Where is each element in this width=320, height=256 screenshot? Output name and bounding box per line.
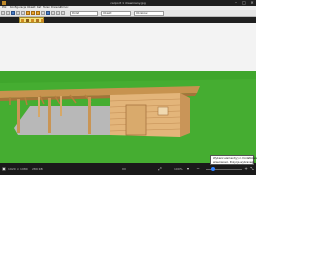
photos-app-window: carport 1 drewniany.jpg – □ ✕ Plik Konfi… [0, 0, 257, 175]
image-icon: ▣ [2, 166, 6, 171]
beam-icon[interactable] [31, 11, 35, 15]
shed-window [157, 106, 169, 116]
grid-icon[interactable] [51, 11, 55, 15]
shed-door [125, 104, 147, 136]
palette-post-icon[interactable] [41, 19, 44, 22]
file-size: 289 KB [32, 167, 43, 171]
chevron-down-icon[interactable]: ▾ [186, 167, 190, 171]
zoom-slider-thumb[interactable] [210, 167, 215, 171]
new-icon[interactable] [1, 11, 5, 15]
tooltip-line-1: Wybierz element(y) z. Dodatkowe [213, 157, 257, 160]
tooltip: Wybierz element(y) z. Dodatkowe wlasciwo… [210, 155, 257, 165]
save-icon[interactable] [11, 11, 15, 15]
redo-icon[interactable] [21, 11, 25, 15]
palette-beam-icon[interactable] [36, 19, 39, 22]
tooltip-line-2: wlasciwosci. Pozycja wybranego [213, 161, 255, 164]
fullscreen-icon[interactable]: ⤡ [250, 167, 254, 171]
layer-select[interactable]: Podst [70, 11, 98, 16]
object-select[interactable]: Obiekt [101, 11, 131, 16]
zoom-in-icon[interactable]: + [244, 167, 248, 171]
toolbar: Podst Obiekt Obrakow [0, 10, 256, 17]
shed [109, 93, 190, 137]
3d-viewport[interactable] [0, 23, 256, 163]
image-dimensions: 1920 × 1080 [8, 167, 28, 171]
rotate-icon[interactable] [56, 11, 60, 15]
palette-hand-icon[interactable] [21, 19, 24, 22]
sky [0, 23, 256, 71]
zoom-level: 100% [174, 167, 183, 171]
zoom-out-icon[interactable]: − [196, 167, 200, 171]
zoom-slider[interactable] [206, 167, 242, 171]
material-select[interactable]: Obrakow [134, 11, 164, 16]
open-icon[interactable] [6, 11, 10, 15]
post-icon[interactable] [36, 11, 40, 15]
fit-window-icon[interactable]: ⤢ [158, 167, 162, 171]
tool-icon[interactable] [26, 11, 30, 15]
render-icon[interactable] [46, 11, 50, 15]
window-title: carport 1 drewniany.jpg [110, 1, 146, 5]
palette-wood-icon[interactable] [26, 19, 29, 22]
undo-icon[interactable] [16, 11, 20, 15]
view-icon[interactable] [41, 11, 45, 15]
palette-square-icon[interactable] [31, 19, 34, 22]
zoom-icon[interactable] [61, 11, 65, 15]
carport-scene [0, 23, 256, 163]
filmstrip-icon[interactable]: ▭ [122, 167, 126, 171]
